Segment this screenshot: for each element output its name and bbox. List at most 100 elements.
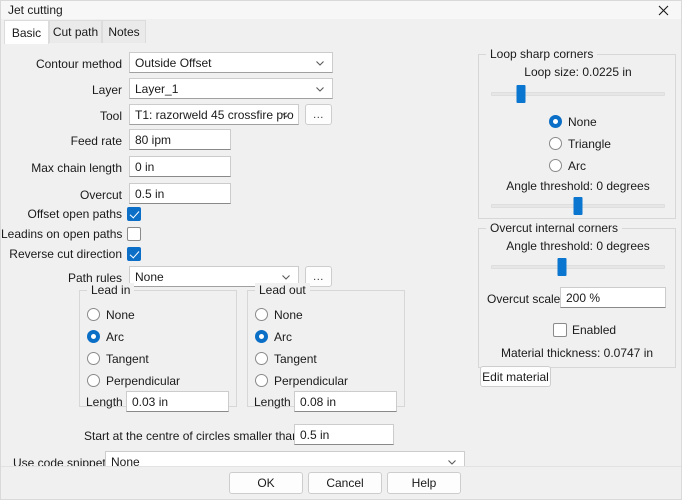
loop-corner-label-triangle: Triangle — [568, 137, 611, 151]
help-button[interactable]: Help — [387, 472, 461, 494]
max-chain-length-value: 0 in — [135, 159, 155, 174]
overcut-input[interactable]: 0.5 in — [129, 183, 231, 204]
loop-corner-label-arc: Arc — [568, 159, 586, 173]
loop-size-slider[interactable] — [491, 85, 665, 103]
loop-corner-radio-arc[interactable] — [549, 159, 562, 172]
lead-in-label-tangent: Tangent — [106, 352, 149, 366]
overcut-angle-threshold-slider-track — [491, 265, 665, 269]
lead-in-label-perpendicular: Perpendicular — [106, 374, 181, 388]
lead-out-radio-tangent[interactable] — [255, 352, 268, 365]
lead-out-radio-none[interactable] — [255, 308, 268, 321]
overcut-scale-label: Overcut scale — [487, 292, 561, 306]
tool-label: Tool — [99, 109, 122, 123]
lead-out-length-value: 0.08 in — [300, 394, 337, 409]
layer-label: Layer — [91, 83, 122, 97]
tool-value: T1: razorweld 45 crossfire pro — [135, 107, 294, 122]
tool-combo[interactable]: T1: razorweld 45 crossfire pro — [129, 104, 299, 125]
tool-browse-button[interactable]: ... — [305, 104, 332, 125]
overcut-scale-value: 200 % — [566, 290, 601, 305]
lead-in-length-input[interactable]: 0.03 in — [126, 391, 229, 412]
loop-corner-radio-triangle[interactable] — [549, 137, 562, 150]
overcut-scale-input[interactable]: 200 % — [560, 287, 666, 308]
start-centre-value: 0.5 in — [300, 427, 330, 442]
loop-sharp-corners-group: Loop sharp corners Loop size: 0.0225 in … — [478, 47, 676, 219]
loop-angle-threshold-slider[interactable] — [491, 197, 665, 215]
offset-open-paths-checkbox[interactable] — [127, 207, 141, 221]
lead-out-length-input[interactable]: 0.08 in — [294, 391, 397, 412]
lead-in-radio-perpendicular[interactable] — [87, 374, 100, 387]
chevron-down-icon — [281, 272, 291, 282]
path-rules-value: None — [135, 269, 164, 284]
chevron-down-icon — [315, 58, 325, 68]
ok-button[interactable]: OK — [229, 472, 303, 494]
chevron-down-icon — [315, 84, 325, 94]
overcut-angle-threshold-slider[interactable] — [491, 258, 665, 276]
edit-material-button[interactable]: Edit material — [480, 366, 551, 387]
lead-out-radio-perpendicular[interactable] — [255, 374, 268, 387]
title-bar: Jet cutting — [1, 1, 681, 19]
feed-rate-label: Feed rate — [70, 134, 122, 148]
max-chain-length-label: Max chain length — [31, 161, 122, 175]
loop-sharp-corners-title: Loop sharp corners — [486, 47, 598, 61]
feed-rate-value: 80 ipm — [135, 132, 172, 147]
layer-combo[interactable]: Layer_1 — [129, 78, 333, 99]
tab-strip: Basic Cut path Notes — [1, 20, 681, 45]
overcut-internal-corners-title: Overcut internal corners — [486, 221, 623, 235]
lead-out-group-title: Lead out — [255, 283, 310, 297]
max-chain-length-input[interactable]: 0 in — [129, 156, 231, 177]
cancel-button[interactable]: Cancel — [308, 472, 382, 494]
loop-corner-radio-none[interactable] — [549, 115, 562, 128]
chevron-down-icon — [281, 110, 291, 120]
overcut-value: 0.5 in — [135, 186, 165, 201]
lead-in-group: Lead in None Arc Tangent Perpendicular L… — [79, 283, 237, 412]
lead-in-radio-none[interactable] — [87, 308, 100, 321]
contour-method-combo[interactable]: Outside Offset — [129, 52, 333, 73]
loop-size-slider-thumb[interactable] — [516, 85, 526, 103]
loop-angle-threshold-slider-thumb[interactable] — [573, 197, 583, 215]
lead-in-length-value: 0.03 in — [132, 394, 169, 409]
lead-in-group-title: Lead in — [87, 283, 135, 297]
loop-corner-label-none: None — [568, 115, 597, 129]
lead-out-label-none: None — [274, 308, 303, 322]
feed-rate-input[interactable]: 80 ipm — [129, 129, 231, 150]
loop-size-label: Loop size: 0.0225 in — [524, 65, 632, 79]
tab-cut-path-label: Cut path — [52, 25, 99, 39]
contour-method-value: Outside Offset — [135, 55, 212, 70]
lead-out-label-arc: Arc — [274, 330, 292, 344]
lead-out-group: Lead out None Arc Tangent Perpendicular … — [247, 283, 405, 412]
lead-out-length-label: Length — [254, 395, 291, 409]
overcut-enabled-label: Enabled — [572, 323, 617, 337]
tab-notes[interactable]: Notes — [102, 20, 146, 43]
lead-in-radio-arc[interactable] — [87, 330, 100, 343]
dialog-body: Contour method Outside Offset Layer Laye… — [1, 44, 681, 472]
tab-notes-label: Notes — [108, 25, 140, 39]
leadins-on-open-paths-checkbox[interactable] — [127, 227, 141, 241]
lead-out-radio-arc[interactable] — [255, 330, 268, 343]
close-icon[interactable] — [645, 1, 681, 19]
offset-open-paths-label: Offset open paths — [27, 207, 122, 221]
lead-in-label-arc: Arc — [106, 330, 124, 344]
tab-cut-path[interactable]: Cut path — [49, 20, 102, 43]
overcut-angle-threshold-label: Angle threshold: 0 degrees — [506, 239, 650, 253]
overcut-label: Overcut — [79, 188, 122, 202]
lead-in-radio-tangent[interactable] — [87, 352, 100, 365]
material-thickness-label: Material thickness: 0.0747 in — [500, 346, 654, 360]
overcut-angle-threshold-slider-thumb[interactable] — [557, 258, 567, 276]
reverse-cut-direction-label: Reverse cut direction — [9, 247, 122, 261]
layer-value: Layer_1 — [135, 81, 179, 96]
start-centre-label: Start at the centre of circles smaller t… — [84, 429, 299, 443]
jet-cutting-dialog: Jet cutting Basic Cut path Notes Contour… — [0, 0, 682, 500]
tab-basic[interactable]: Basic — [4, 20, 49, 44]
dialog-footer: OK Cancel Help — [1, 466, 681, 499]
window-title: Jet cutting — [8, 3, 63, 17]
loop-angle-threshold-label: Angle threshold: 0 degrees — [506, 179, 650, 193]
reverse-cut-direction-checkbox[interactable] — [127, 247, 141, 261]
lead-in-label-none: None — [106, 308, 135, 322]
contour-method-label: Contour method — [35, 57, 122, 71]
start-centre-input[interactable]: 0.5 in — [294, 424, 394, 445]
tab-basic-label: Basic — [11, 25, 42, 40]
chevron-down-icon — [447, 457, 457, 467]
overcut-enabled-checkbox[interactable] — [553, 323, 567, 337]
leadins-on-open-paths-label: Leadins on open paths — [1, 227, 123, 241]
lead-in-length-label: Length — [86, 395, 123, 409]
